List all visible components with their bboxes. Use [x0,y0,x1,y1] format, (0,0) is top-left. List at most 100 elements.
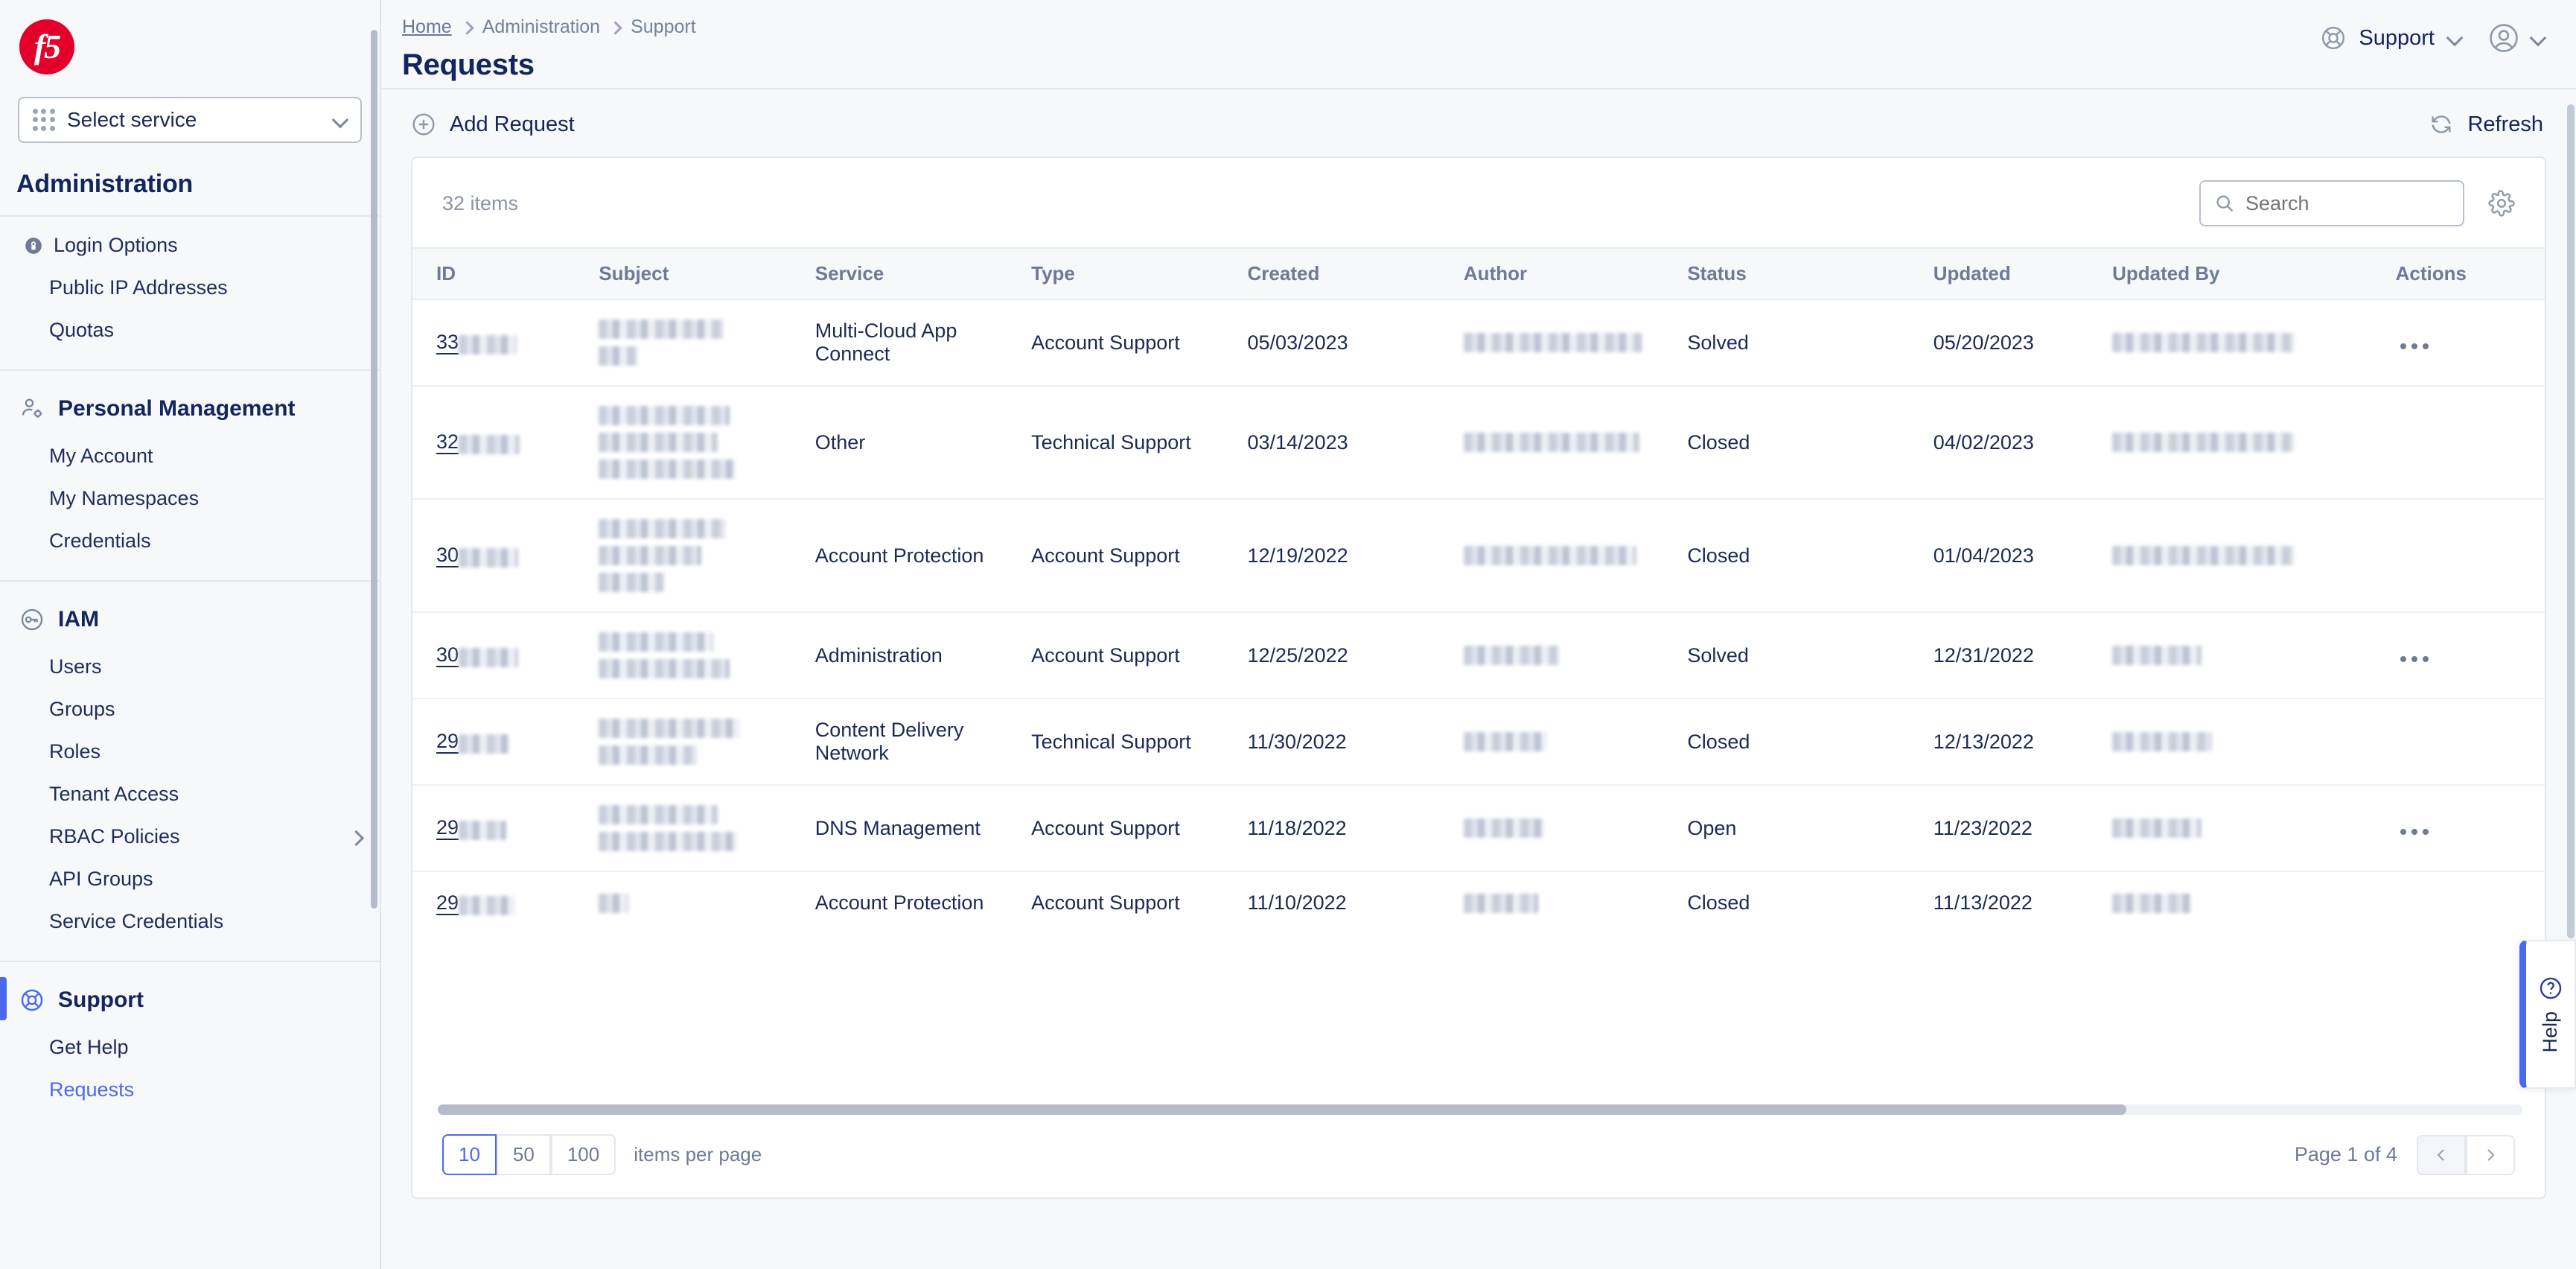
cell-subject [599,699,815,786]
column-header-created[interactable]: Created [1247,247,1464,300]
sidebar-item-api-groups[interactable]: API Groups [0,858,380,900]
sidebar-item-users[interactable]: Users [0,646,380,688]
cell-id[interactable]: 30 [412,612,599,699]
cell-actions[interactable] [2395,785,2545,872]
redacted-text [1463,646,1559,665]
request-id-link[interactable]: 29 [436,731,510,754]
cell-id[interactable]: 33 [412,299,599,387]
prev-page-button[interactable] [2417,1134,2466,1175]
breadcrumb-item-support[interactable]: Support [631,16,696,38]
brand-logo[interactable]: f5 [0,0,380,91]
search-box[interactable] [2199,180,2464,226]
sidebar-item-tenant-access[interactable]: Tenant Access [0,773,380,815]
redacted-text [2112,818,2202,838]
help-tab[interactable]: Help [2519,940,2576,1089]
next-page-button[interactable] [2466,1134,2515,1175]
cell-id[interactable]: 29 [412,699,599,786]
table-row[interactable]: 29 DNS Management Account Support 11/18/202… [412,785,2545,872]
search-input[interactable] [2245,191,2449,215]
sidebar-item-my-namespaces[interactable]: My Namespaces [0,477,380,520]
column-header-updated[interactable]: Updated [1933,247,2113,300]
column-header-subject[interactable]: Subject [599,247,815,300]
scrollbar-thumb[interactable] [438,1104,2126,1115]
cell-created: 03/14/2023 [1247,386,1464,500]
table-row[interactable]: 29 Account Protection Account Support 11/10… [412,871,2545,935]
ellipsis-icon[interactable] [2396,343,2429,349]
breadcrumb-item-home[interactable]: Home [402,16,452,38]
lifebuoy-icon [19,987,45,1013]
table-horizontal-scrollbar[interactable] [412,1098,2545,1115]
table-row[interactable]: 30 Account Protection Account Support 12/19… [412,499,2545,613]
cell-id[interactable]: 29 [412,871,599,935]
redacted-text [2112,433,2295,452]
sidebar-item-rbac-policies[interactable]: RBAC Policies [0,815,380,858]
sidebar-header-label: Personal Management [58,396,296,421]
column-header-id[interactable]: ID [412,247,599,300]
sidebar-item-roles[interactable]: Roles [0,731,380,773]
service-selector[interactable]: Select service [18,97,362,143]
cell-id[interactable]: 30 [412,499,599,613]
cell-author [1463,612,1688,699]
sidebar-scrollbar[interactable] [371,30,377,909]
add-request-button[interactable]: Add Request [411,112,575,137]
sidebar-item-get-help[interactable]: Get Help [0,1026,380,1069]
cell-id[interactable]: 32 [412,386,599,500]
sidebar-header-support[interactable]: Support [0,970,380,1026]
cell-service: Multi-Cloud App Connect [814,299,1032,387]
table-toolbar: 32 items [412,158,2545,247]
page-size-option-100[interactable]: 100 [550,1134,616,1175]
column-header-service[interactable]: Service [814,247,1032,300]
page-scrollbar[interactable] [2567,104,2575,938]
request-id-link[interactable]: 30 [436,644,519,667]
gear-icon[interactable] [2488,190,2515,217]
ellipsis-icon[interactable] [2396,828,2429,835]
cell-updated-by [2112,612,2396,699]
cell-service: Account Protection [814,891,984,915]
redacted-text [599,632,714,652]
sidebar-item-groups[interactable]: Groups [0,688,380,731]
redacted-text [1463,818,1544,838]
table-row[interactable]: 33 Multi-Cloud App Connect Account Support… [412,299,2545,387]
column-header-author[interactable]: Author [1463,247,1688,300]
sidebar-item-label: Credentials [49,529,151,552]
page-size-option-50[interactable]: 50 [496,1134,551,1175]
request-id-link[interactable]: 29 [436,817,507,840]
ellipsis-icon[interactable] [2396,655,2429,662]
table-row[interactable]: 30 Administration Account Support 12/25/202… [412,612,2545,699]
cell-updated: 01/04/2023 [1933,499,2113,613]
account-menu-button[interactable] [2488,22,2546,54]
sidebar-item-requests[interactable]: Requests [0,1069,380,1111]
support-menu-button[interactable]: Support [2320,25,2463,51]
sidebar-header-personal-management[interactable]: Personal Management [0,378,380,435]
refresh-button[interactable]: Refresh [2429,112,2543,137]
table-row[interactable]: 32 Other Technical Support 03/14/2023 Closed… [412,386,2545,500]
redacted-text [459,895,516,915]
column-header-status[interactable]: Status [1687,247,1933,300]
cell-status: Solved [1687,299,1933,387]
column-header-updated-by[interactable]: Updated By [2112,247,2396,300]
request-id-link[interactable]: 33 [436,331,517,354]
sidebar-item-login-options[interactable]: Login Options [0,224,380,267]
cell-actions[interactable] [2395,612,2545,699]
f5-logo-icon[interactable]: f5 [19,19,74,74]
page-size-option-10[interactable]: 10 [442,1134,497,1175]
request-id-link[interactable]: 29 [436,892,516,915]
user-gear-icon [19,396,45,422]
sidebar-header-iam[interactable]: IAM [0,589,380,646]
cell-status: Open [1687,785,1933,872]
cell-id[interactable]: 29 [412,785,599,872]
breadcrumb-item-administration[interactable]: Administration [482,16,600,38]
table-row[interactable]: 29 Content Delivery Network Technical Supp… [412,699,2545,786]
sidebar-item-label: Quotas [49,319,115,341]
sidebar-item-service-credentials[interactable]: Service Credentials [0,900,380,943]
sidebar-item-quotas[interactable]: Quotas [0,309,380,352]
sidebar-item-public-ip-addresses[interactable]: Public IP Addresses [0,267,380,309]
sidebar-item-credentials[interactable]: Credentials [0,520,380,562]
column-header-type[interactable]: Type [1031,247,1248,300]
redacted-text [599,406,730,425]
request-id-link[interactable]: 30 [436,544,519,567]
cell-actions[interactable] [2395,299,2545,387]
redacted-text [1463,333,1642,352]
sidebar-item-my-account[interactable]: My Account [0,435,380,477]
request-id-link[interactable]: 32 [436,431,520,454]
